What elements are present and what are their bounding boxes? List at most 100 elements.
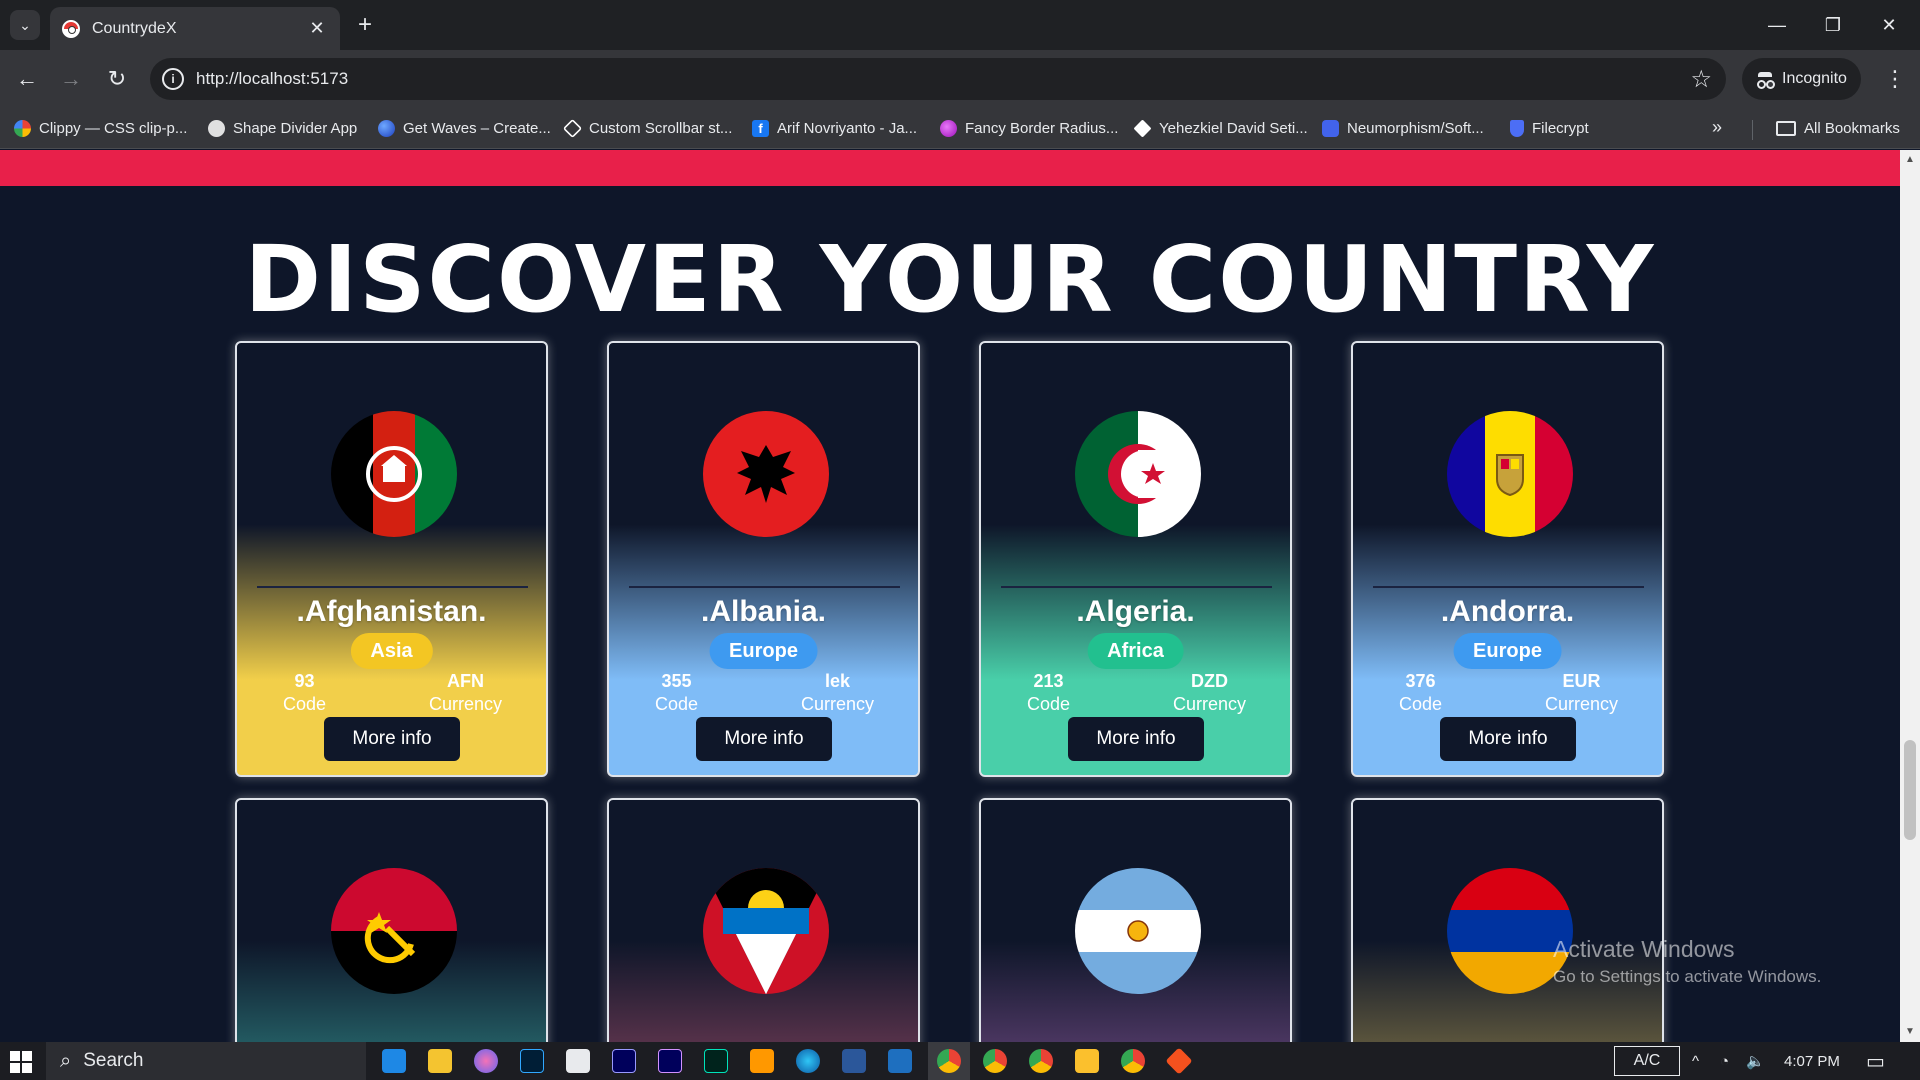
copilot-icon[interactable] — [474, 1049, 498, 1073]
country-name: .Albania. — [700, 595, 827, 628]
bookmark-filecrypt[interactable]: Filecrypt — [1510, 115, 1589, 141]
mail-icon[interactable] — [382, 1049, 406, 1073]
clock[interactable]: 4:07 PM — [1784, 1042, 1840, 1080]
url-text[interactable]: http://localhost:5173 — [196, 69, 348, 89]
back-button[interactable]: ← — [12, 64, 42, 94]
wifi-icon[interactable]: ◔ — [1720, 1042, 1729, 1080]
bookmark-label: Fancy Border Radius... — [965, 119, 1119, 137]
country-card-albania: .Albania. Europe 355 Code lek Currency M… — [607, 341, 920, 777]
region-badge: Asia — [350, 633, 433, 669]
chevron-up-icon[interactable]: ^ — [1692, 1042, 1699, 1080]
file-explorer-icon[interactable] — [428, 1049, 452, 1073]
chrome-icon[interactable] — [983, 1049, 1007, 1073]
bookmark-label: Custom Scrollbar st... — [589, 119, 733, 137]
scrollbar-thumb[interactable] — [1904, 740, 1916, 840]
chrome-icon[interactable] — [1121, 1049, 1145, 1073]
windows-taskbar: ⌕ Search A/C ^ ◔ 🔈 4:07 PM ▭ — [0, 1042, 1920, 1080]
scroll-up-arrow-icon[interactable]: ▲ — [1904, 154, 1916, 166]
page-scrollbar[interactable]: ▲ ▼ — [1900, 150, 1920, 1042]
word-icon[interactable] — [842, 1049, 866, 1073]
git-icon[interactable] — [1165, 1047, 1193, 1075]
bookmark-get-waves[interactable]: Get Waves – Create... — [378, 115, 551, 141]
chrome-icon[interactable] — [937, 1049, 961, 1073]
browser-menu-button[interactable]: ⋮ — [1880, 64, 1910, 94]
audition-icon[interactable] — [704, 1049, 728, 1073]
bookmark-fancy-border[interactable]: Fancy Border Radius... — [940, 115, 1118, 141]
code-label: Code — [1399, 694, 1443, 714]
forward-button[interactable]: → — [56, 64, 86, 94]
site-info-icon[interactable]: i — [162, 68, 184, 90]
ac-indicator[interactable]: A/C — [1614, 1046, 1680, 1076]
country-name: .Andorra. — [1440, 595, 1575, 628]
country-card-antigua — [607, 798, 920, 1042]
currency-stat: lek Currency — [801, 671, 874, 715]
notification-icon[interactable]: ▭ — [1866, 1042, 1885, 1080]
more-info-button[interactable]: More info — [324, 717, 460, 761]
scroll-down-arrow-icon[interactable]: ▼ — [1904, 1026, 1916, 1038]
tab-strip: ⌄ CountrydeX ✕ + — ❐ ✕ — [0, 0, 1920, 50]
card-divider — [1373, 586, 1644, 588]
card-divider — [1001, 586, 1272, 588]
volume-icon[interactable]: 🔈 — [1746, 1042, 1765, 1080]
country-card-armenia — [1351, 798, 1664, 1042]
card-divider — [629, 586, 900, 588]
tab-search-menu-button[interactable]: ⌄ — [10, 10, 40, 40]
taskbar-search[interactable]: ⌕ Search — [46, 1042, 366, 1080]
fancy-border-icon — [940, 119, 957, 137]
all-bookmarks-button[interactable]: All Bookmarks — [1776, 115, 1900, 141]
chevron-double-right-icon[interactable]: » — [1712, 117, 1722, 138]
new-tab-button[interactable]: + — [352, 11, 378, 38]
bookmark-arif[interactable]: f Arif Novriyanto - Ja... — [752, 115, 917, 141]
header-accent-strip — [0, 150, 1900, 186]
currency-label: Currency — [1172, 694, 1246, 714]
bookmark-neumorphism[interactable]: Neumorphism/Soft... — [1322, 115, 1484, 141]
page-title: DISCOVER YOUR COUNTRY — [244, 226, 1656, 333]
code-stat: 376 Code — [1399, 671, 1442, 715]
restore-button[interactable]: ❐ — [1810, 8, 1856, 42]
active-tab[interactable]: CountrydeX ✕ — [50, 7, 340, 50]
currency-value: EUR — [1562, 671, 1601, 691]
after-effects-icon[interactable] — [658, 1049, 682, 1073]
more-info-button[interactable]: More info — [1440, 717, 1576, 761]
close-tab-icon[interactable]: ✕ — [306, 18, 328, 40]
bookmark-label: Shape Divider App — [233, 119, 358, 137]
browser-toolbar: ← → ↻ i http://localhost:5173 ☆ Incognit… — [0, 50, 1920, 107]
page-viewport: DISCOVER YOUR COUNTRY .Afghanistan. Asia… — [0, 150, 1900, 1042]
bookmark-yehezkiel[interactable]: Yehezkiel David Seti... — [1133, 115, 1308, 141]
chrome-icon[interactable] — [1029, 1049, 1053, 1073]
code-value: 213 — [1033, 671, 1064, 691]
more-info-button[interactable]: More info — [1068, 717, 1204, 761]
currency-value: AFN — [446, 671, 484, 691]
sticky-notes-icon[interactable] — [1075, 1049, 1099, 1073]
codepen-icon — [562, 118, 583, 138]
currency-label: Currency — [428, 694, 502, 714]
watermark-title: Activate Windows — [1553, 936, 1735, 962]
currency-stat: EUR Currency — [1545, 671, 1618, 715]
bookmark-clippy[interactable]: Clippy — CSS clip-p... — [14, 115, 187, 141]
more-info-button[interactable]: More info — [696, 717, 832, 761]
albania-flag-icon — [703, 411, 829, 537]
neumorphism-icon — [1322, 119, 1339, 137]
country-card-afghanistan: .Afghanistan. Asia 93 Code AFN Currency … — [235, 341, 548, 777]
currency-stat: DZD Currency — [1173, 671, 1246, 715]
bookmark-label: Arif Novriyanto - Ja... — [777, 119, 918, 137]
bookmark-star-icon[interactable]: ☆ — [1690, 65, 1712, 94]
notes-icon[interactable] — [566, 1049, 590, 1073]
bookmark-custom-scrollbar[interactable]: Custom Scrollbar st... — [562, 115, 733, 141]
sublime-icon[interactable] — [750, 1049, 774, 1073]
photoshop-icon[interactable] — [520, 1049, 544, 1073]
edge-icon[interactable] — [796, 1049, 820, 1073]
reload-button[interactable]: ↻ — [102, 64, 132, 94]
minimize-button[interactable]: — — [1754, 8, 1800, 42]
address-bar[interactable]: i http://localhost:5173 ☆ — [150, 58, 1726, 100]
vscode-icon[interactable] — [888, 1049, 912, 1073]
incognito-indicator[interactable]: Incognito — [1742, 58, 1861, 100]
close-window-button[interactable]: ✕ — [1866, 8, 1912, 42]
region-badge: Europe — [709, 633, 818, 669]
country-card-algeria: .Algeria. Africa 213 Code DZD Currency M… — [979, 341, 1292, 777]
code-value: 93 — [294, 671, 315, 691]
pokeball-favicon-icon — [62, 19, 80, 38]
premiere-icon[interactable] — [612, 1049, 636, 1073]
bookmark-shape-divider[interactable]: Shape Divider App — [208, 115, 357, 141]
windows-start-icon[interactable] — [10, 1051, 32, 1073]
